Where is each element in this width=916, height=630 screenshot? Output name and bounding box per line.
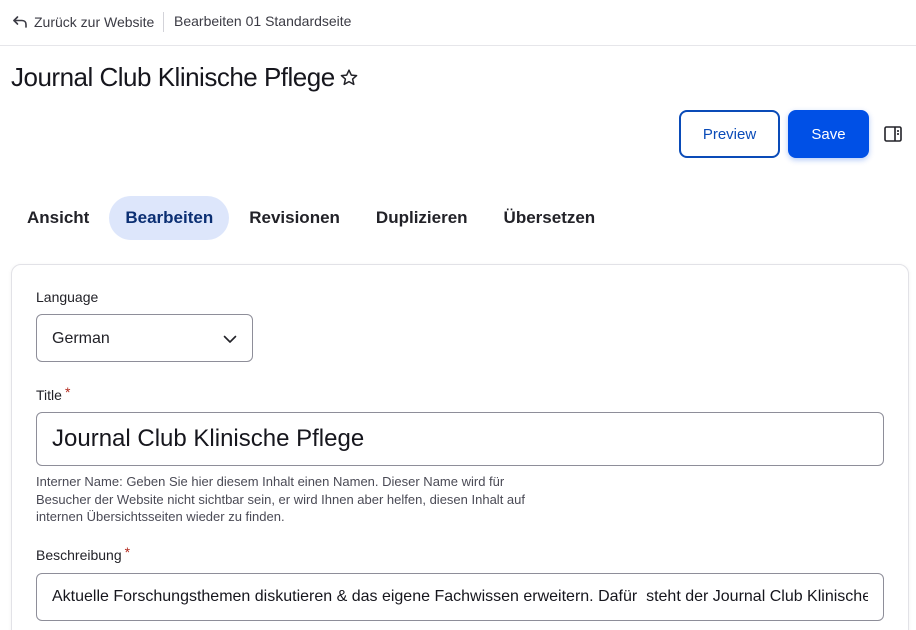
description-input[interactable]	[36, 573, 884, 621]
tab-uebersetzen[interactable]: Übersetzen	[488, 196, 612, 240]
topbar-divider	[163, 12, 164, 32]
back-to-website-link[interactable]: Zurück zur Website	[12, 12, 154, 32]
chevron-down-icon	[223, 335, 237, 343]
tab-ansicht[interactable]: Ansicht	[11, 196, 105, 240]
back-link-label: Zurück zur Website	[34, 14, 155, 30]
title-input[interactable]	[36, 412, 884, 466]
preview-button[interactable]: Preview	[679, 110, 780, 158]
edit-page: Zurück zur Website Bearbeiten 01 Standar…	[0, 0, 916, 630]
title-required-mark: *	[64, 384, 71, 400]
arrow-back-icon	[13, 16, 27, 28]
description-required-mark: *	[124, 544, 131, 560]
language-select[interactable]: German	[36, 314, 253, 362]
description-label-text: Beschreibung	[36, 547, 122, 563]
description-label: Beschreibung *	[36, 544, 131, 563]
language-label: Language	[36, 289, 99, 305]
title-help-text: Interner Name: Geben Sie hier diesem Inh…	[36, 474, 525, 524]
tab-bar: Ansicht Bearbeiten Revisionen Dupliziere…	[11, 196, 615, 240]
top-bar: Zurück zur Website Bearbeiten 01 Standar…	[0, 0, 916, 46]
page-title: Journal Club Klinische Pflege	[11, 62, 335, 92]
save-button[interactable]: Save	[788, 110, 869, 158]
language-select-value: German	[52, 330, 110, 347]
tab-bearbeiten[interactable]: Bearbeiten	[109, 196, 230, 240]
tab-duplizieren[interactable]: Duplizieren	[360, 196, 484, 240]
title-label: Title *	[36, 384, 71, 403]
sidebar-toggle-icon[interactable]	[883, 124, 903, 144]
star-icon[interactable]	[339, 68, 359, 88]
title-label-text: Title	[36, 387, 62, 403]
breadcrumb: Bearbeiten 01 Standardseite	[174, 13, 352, 29]
tab-revisionen[interactable]: Revisionen	[233, 196, 356, 240]
